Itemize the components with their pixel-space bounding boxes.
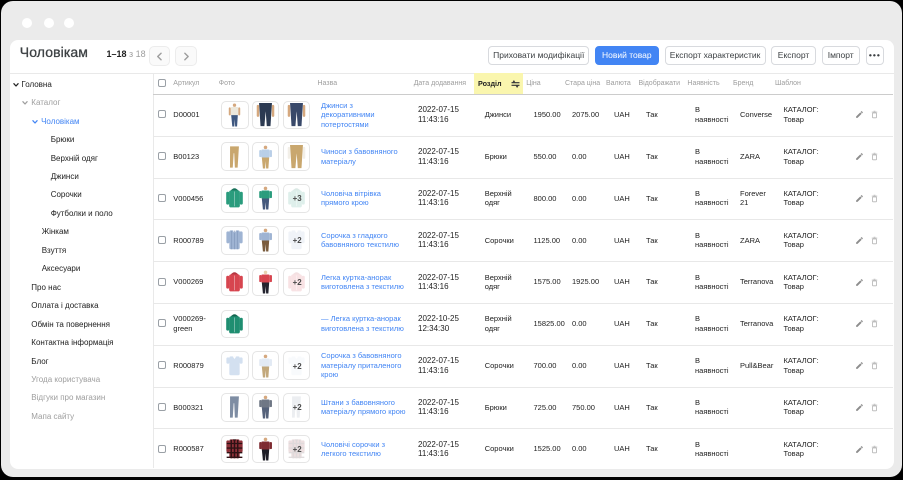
svg-text:+2: +2: [292, 445, 302, 454]
svg-text:+2: +2: [292, 362, 302, 371]
svg-text:+2: +2: [292, 236, 302, 245]
svg-text:+3: +3: [292, 195, 302, 204]
svg-text:+2: +2: [292, 403, 302, 412]
svg-text:+2: +2: [292, 278, 302, 287]
